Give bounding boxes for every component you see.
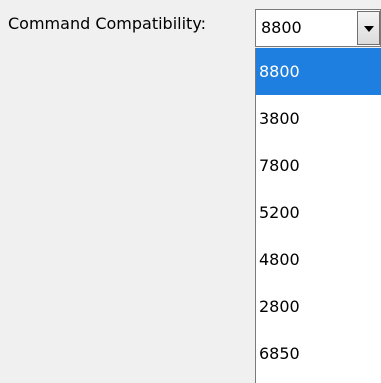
- dropdown-button[interactable]: [357, 11, 380, 45]
- select-current-value: 8800: [261, 18, 302, 37]
- dropdown-option[interactable]: 3800: [256, 95, 381, 142]
- dropdown-option[interactable]: 6850: [256, 330, 381, 377]
- command-compatibility-label: Command Compatibility:: [8, 14, 207, 33]
- dropdown-option[interactable]: 8800: [256, 48, 381, 95]
- dropdown-list: 8800 3800 7800 5200 4800 2800 6850: [255, 48, 381, 383]
- settings-panel: Command Compatibility: 8800 8800 3800 78…: [0, 0, 381, 383]
- dropdown-option[interactable]: 7800: [256, 142, 381, 189]
- dropdown-option[interactable]: 5200: [256, 189, 381, 236]
- dropdown-option[interactable]: 2800: [256, 283, 381, 330]
- dropdown-option[interactable]: 4800: [256, 236, 381, 283]
- command-compatibility-select[interactable]: 8800: [255, 9, 381, 47]
- chevron-down-icon: [364, 26, 374, 32]
